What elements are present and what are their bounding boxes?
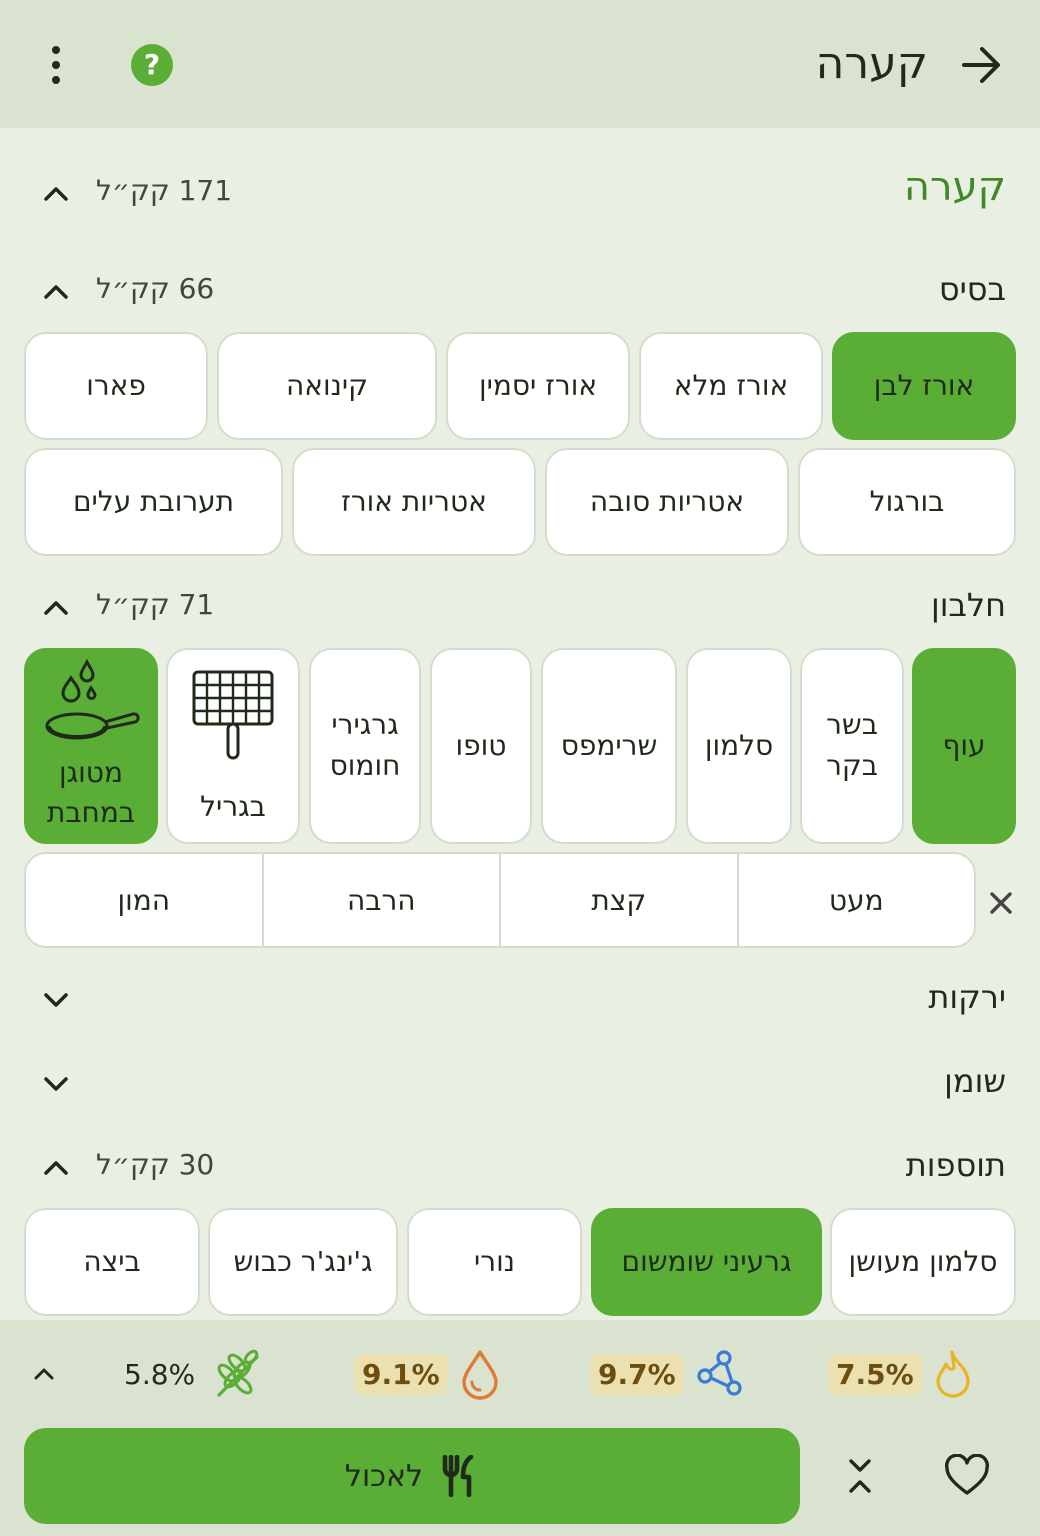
- chevron-up-icon[interactable]: [40, 592, 72, 624]
- protein-option-shrimp[interactable]: שרימפס: [541, 648, 677, 844]
- protein-label: חלבון: [930, 586, 1006, 624]
- protein-option-chickpeas[interactable]: גרגירי חומוס: [309, 648, 421, 844]
- chevron-down-icon[interactable]: [40, 984, 72, 1016]
- vegetables-label: ירקות: [928, 978, 1006, 1016]
- eat-button-label: לאכול: [344, 1458, 424, 1494]
- clear-amount-icon[interactable]: [986, 888, 1016, 918]
- chevron-up-icon[interactable]: [40, 1152, 72, 1184]
- chevron-up-icon[interactable]: [40, 276, 72, 308]
- base-label: בסיס: [938, 270, 1006, 308]
- toppings-section-header[interactable]: תוספות 30 קק״ל: [0, 1138, 1040, 1198]
- molecule-icon: [697, 1350, 742, 1396]
- wheat-icon: [217, 1349, 259, 1397]
- amount-selector: מעט קצת הרבה המון: [24, 852, 976, 948]
- stat-fat-value: 9.1%: [354, 1353, 448, 1395]
- base-option-mixed-greens[interactable]: תערובת עלים: [24, 448, 283, 556]
- bottom-summary-panel: 5.8% 9.1% 9.7% 7.5% לאכול: [0, 1320, 1040, 1536]
- heart-icon[interactable]: [944, 1454, 990, 1498]
- toppings-kcal: 30 קק״ל: [96, 1148, 215, 1181]
- vegetables-section-header[interactable]: ירקות: [0, 970, 1040, 1030]
- stat-calories-value: 7.5%: [828, 1353, 922, 1395]
- base-option-rice-noodles[interactable]: אטריות אורז: [292, 448, 536, 556]
- protein-option-beef[interactable]: בשר בקר: [800, 648, 904, 844]
- base-option-quinoa[interactable]: קינואה: [217, 332, 437, 440]
- drop-icon: [461, 1350, 498, 1400]
- base-option-bulgur[interactable]: בורגול: [798, 448, 1016, 556]
- stat-protein: 9.7%: [590, 1346, 746, 1402]
- stat-calories: 7.5%: [828, 1346, 976, 1402]
- frying-pan-icon: [45, 658, 140, 740]
- cooking-option-pan-fried[interactable]: מטוגן במחבת: [24, 648, 158, 844]
- chevron-up-icon[interactable]: [32, 1362, 56, 1386]
- back-arrow-icon[interactable]: [958, 42, 1004, 88]
- cooking-fried-label: מטוגן במחבת: [46, 755, 136, 830]
- topping-option-egg[interactable]: ביצה: [24, 1208, 200, 1316]
- eat-button[interactable]: לאכול: [24, 1428, 800, 1524]
- cooking-option-grill[interactable]: בגריל: [166, 648, 300, 844]
- more-menu-icon[interactable]: [36, 40, 76, 90]
- base-option-farro[interactable]: פארו: [24, 332, 208, 440]
- topping-option-pickled-ginger[interactable]: ג'ינג'ר כבוש: [208, 1208, 398, 1316]
- amount-option-some[interactable]: קצת: [499, 854, 737, 946]
- base-option-white-rice[interactable]: אורז לבן: [832, 332, 1016, 440]
- flame-icon: [936, 1350, 970, 1398]
- topping-option-smoked-salmon[interactable]: סלמון מעושן: [830, 1208, 1016, 1316]
- page-title: קערה: [815, 38, 928, 89]
- amount-option-lots[interactable]: הרבה: [261, 854, 500, 946]
- bowl-header[interactable]: קערה 171 קק״ל: [0, 164, 1040, 224]
- stat-protein-value: 9.7%: [590, 1353, 684, 1395]
- top-app-bar: ? קערה: [0, 0, 1040, 128]
- protein-option-salmon[interactable]: סלמון: [686, 648, 792, 844]
- base-kcal: 66 קק״ל: [96, 272, 215, 305]
- stat-carbs-value: 5.8%: [124, 1357, 196, 1391]
- help-icon[interactable]: ?: [131, 44, 173, 86]
- protein-option-tofu[interactable]: טופו: [430, 648, 532, 844]
- protein-option-chicken[interactable]: עוף: [912, 648, 1016, 844]
- stat-fat: 9.1%: [354, 1346, 502, 1402]
- chevron-down-icon[interactable]: [40, 1068, 72, 1100]
- fat-label: שומן: [944, 1062, 1006, 1100]
- utensils-icon: [442, 1455, 474, 1497]
- chevron-up-icon[interactable]: [40, 178, 72, 210]
- bowl-kcal: 171 קק״ל: [96, 174, 233, 207]
- base-option-jasmine-rice[interactable]: אורז יסמין: [446, 332, 630, 440]
- topping-option-sesame-seeds[interactable]: גרעיני שומשום: [591, 1208, 822, 1316]
- grill-icon: [192, 670, 274, 760]
- toppings-label: תוספות: [905, 1146, 1006, 1184]
- protein-kcal: 71 קק״ל: [96, 588, 215, 621]
- collapse-icon[interactable]: [842, 1456, 878, 1496]
- fat-section-header[interactable]: שומן: [0, 1054, 1040, 1114]
- base-option-soba-noodles[interactable]: אטריות סובה: [545, 448, 789, 556]
- base-option-brown-rice[interactable]: אורז מלא: [639, 332, 823, 440]
- stat-carbs: 5.8%: [116, 1346, 263, 1402]
- cooking-grill-label: בגריל: [200, 790, 266, 824]
- amount-option-tons[interactable]: המון: [26, 854, 262, 946]
- protein-section-header[interactable]: חלבון 71 קק״ל: [0, 578, 1040, 638]
- bowl-title: קערה: [903, 164, 1006, 210]
- base-section-header[interactable]: בסיס 66 קק״ל: [0, 262, 1040, 322]
- topping-option-nori[interactable]: נורי: [407, 1208, 582, 1316]
- amount-option-little[interactable]: מעט: [736, 854, 975, 946]
